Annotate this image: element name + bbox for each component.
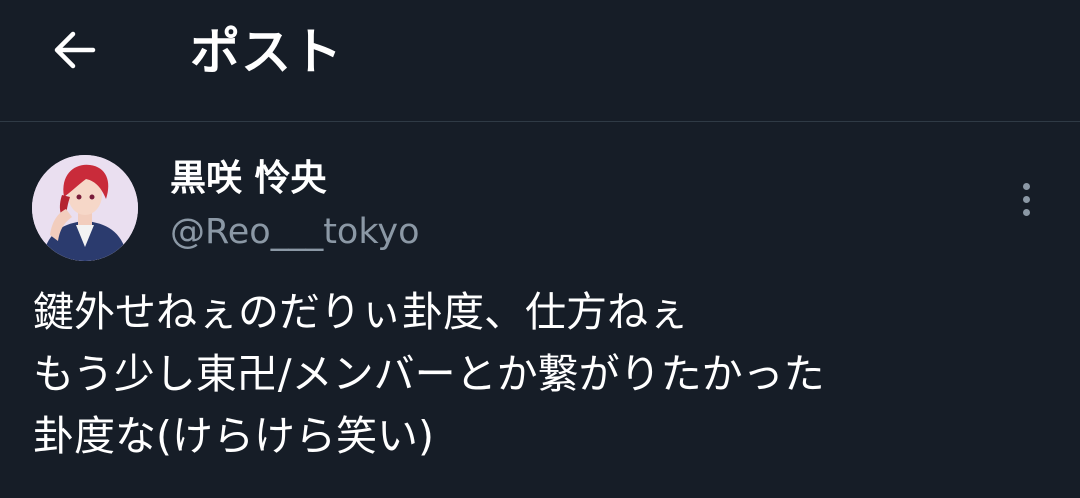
back-button[interactable] <box>44 22 104 78</box>
arrow-left-icon <box>54 31 96 69</box>
top-app-bar: ポスト <box>0 0 1080 122</box>
more-options-button[interactable] <box>1008 175 1044 223</box>
page-title: ポスト <box>190 23 343 81</box>
vertical-ellipsis-icon <box>1022 208 1030 216</box>
avatar[interactable] <box>32 155 138 261</box>
author-display-name[interactable]: 黒咲 怜央 <box>170 155 327 203</box>
avatar-image <box>32 155 138 261</box>
vertical-ellipsis-icon <box>1022 182 1030 190</box>
author-handle[interactable]: @Reo___tokyo <box>170 209 419 255</box>
post-body-text: 鍵外せねぇのだりぃ卦度、仕方ねぇ もう少し東卍/メンバーとか繋がりたかった 卦度… <box>33 288 825 460</box>
vertical-ellipsis-icon <box>1022 195 1030 203</box>
post: 黒咲 怜央 @Reo___tokyo 鍵外せねぇのだりぃ卦度、仕方ねぇ もう少し… <box>0 123 1080 498</box>
